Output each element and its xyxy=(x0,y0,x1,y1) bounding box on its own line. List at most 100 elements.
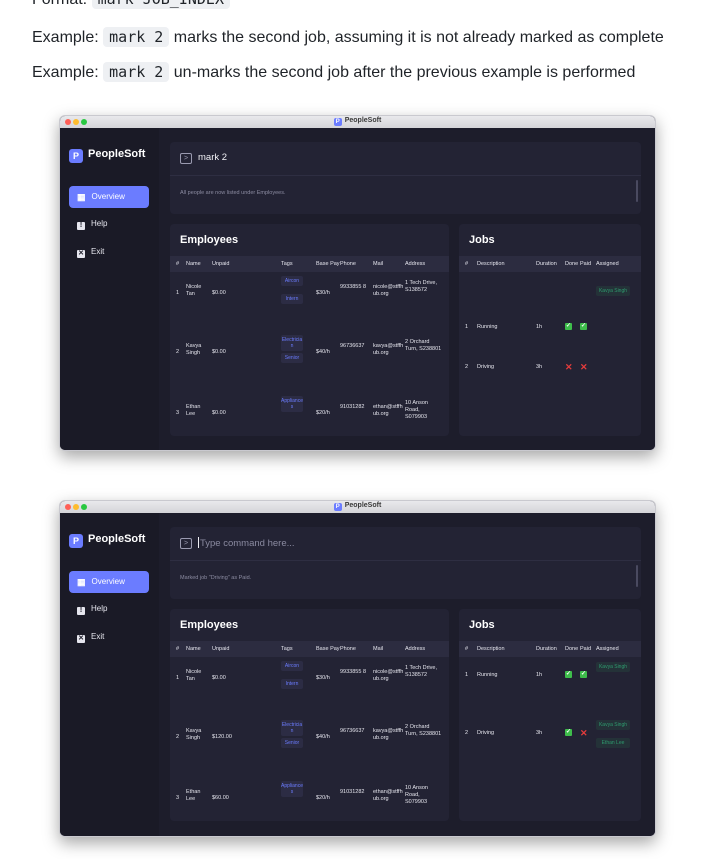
employee-name[interactable]: Nicole Tan xyxy=(186,669,208,683)
employee-name[interactable]: Kavya Singh xyxy=(186,343,208,357)
employee-base-pay: $20/h xyxy=(316,795,330,801)
sidebar-item-label: Help xyxy=(91,219,108,228)
job-duration: 1h xyxy=(536,672,543,678)
result-message: All people are now listed under Employee… xyxy=(180,190,286,196)
sidebar-item-label: Exit xyxy=(91,247,105,256)
employee-unpaid: $0.00 xyxy=(212,675,226,681)
column-header: # xyxy=(465,261,469,267)
employees-panel: Employees # Name Unpaid Tags Base Pay Phone Mai… xyxy=(170,609,449,821)
jobs-panel: Jobs # Description Duration Done Paid Assigned… xyxy=(459,224,641,436)
job-description[interactable]: Driving xyxy=(477,364,494,371)
employee-name[interactable]: Kavya Singh xyxy=(186,728,208,742)
not-paid-cross-icon: ✕ xyxy=(580,362,588,372)
employee-mail[interactable]: kavya@stffh ub.org xyxy=(373,343,405,357)
info-icon: ! xyxy=(77,222,85,230)
employee-phone: 96736637 xyxy=(340,343,365,349)
employee-name[interactable]: Ethan Lee xyxy=(186,789,208,803)
result-scrollbar[interactable] xyxy=(636,565,638,587)
employee-tag: Senior xyxy=(281,353,303,363)
app-window-before: P PeopleSoft P PeopleSoft ▦ Overview! Help ✕ Exi… xyxy=(59,115,656,451)
column-header: Phone xyxy=(340,261,356,267)
employee-tag: Intern xyxy=(281,679,303,689)
example-1: Example: mark 2 marks the second job, as… xyxy=(32,27,664,47)
paid-check-icon: ✓ xyxy=(580,323,587,330)
job-description[interactable]: Driving xyxy=(477,730,494,737)
column-header: Done xyxy=(565,261,579,267)
employees-table-header: # Name Unpaid Tags Base Pay Phone Mail Address xyxy=(170,641,449,657)
title-bar: P PeopleSoft xyxy=(60,501,655,513)
column-header: Unpaid xyxy=(212,261,230,267)
logo-text: PeopleSoft xyxy=(88,148,146,160)
column-header: # xyxy=(465,646,469,652)
employee-mail[interactable]: nicole@stffh ub.org xyxy=(373,284,405,298)
main-content: > mark 2 All people are now listed under E… xyxy=(159,128,655,450)
employee-address: 2 Orchard Turn, S238801 xyxy=(405,339,442,352)
done-check-icon: ✓ xyxy=(565,323,572,330)
command-input[interactable]: > Type command here... xyxy=(170,527,641,561)
job-duration: 3h xyxy=(536,730,543,736)
example-2-prefix: Example: xyxy=(32,64,104,81)
window-title-text: PeopleSoft xyxy=(344,502,382,509)
column-header: Name xyxy=(186,646,201,652)
employee-name[interactable]: Ethan Lee xyxy=(186,404,208,418)
column-header: Phone xyxy=(340,646,356,652)
column-header: Name xyxy=(186,261,201,267)
row-index: 1 xyxy=(176,290,180,296)
done-check-icon: ✓ xyxy=(565,671,572,678)
job-index: 1 xyxy=(465,324,469,330)
logo-icon: P xyxy=(69,534,83,548)
example-1-prefix: Example: xyxy=(32,29,104,46)
job-description[interactable]: Running xyxy=(477,324,498,331)
close-icon: ✕ xyxy=(77,635,85,643)
command-placeholder-text: Type command here... xyxy=(200,538,295,549)
sidebar-item-help[interactable]: ! Help xyxy=(69,598,149,620)
column-header: Tags xyxy=(281,646,293,652)
jobs-title: Jobs xyxy=(469,619,495,631)
employee-unpaid: $0.00 xyxy=(212,290,226,296)
column-header: Description xyxy=(477,646,505,652)
command-input[interactable]: > mark 2 xyxy=(170,142,641,176)
command-text[interactable]: mark 2 xyxy=(198,152,227,163)
jobs-title: Jobs xyxy=(469,234,495,246)
employee-phone: 91031282 xyxy=(340,789,365,795)
sidebar-item-overview[interactable]: ▦ Overview xyxy=(69,186,149,208)
result-scrollbar[interactable] xyxy=(636,180,638,202)
app-title-icon: P xyxy=(333,503,342,511)
jobs-table-header: # Description Duration Done Paid Assigned xyxy=(459,256,641,272)
employee-unpaid: $60.00 xyxy=(212,795,229,801)
sidebar-item-help[interactable]: ! Help xyxy=(69,213,149,235)
row-index: 2 xyxy=(176,734,180,740)
employee-mail[interactable]: kavya@stffh ub.org xyxy=(373,728,405,742)
format-line: Format: mark JOB_INDEX xyxy=(32,0,230,9)
window-title-text: PeopleSoft xyxy=(344,117,382,124)
employee-mail[interactable]: nicole@stffh ub.org xyxy=(373,669,405,683)
sidebar-item-exit[interactable]: ✕ Exit xyxy=(69,626,149,648)
not-paid-cross-icon: ✕ xyxy=(580,728,588,738)
jobs-panel: Jobs # Description Duration Done Paid Assigned… xyxy=(459,609,641,821)
not-done-cross-icon: ✕ xyxy=(565,362,573,372)
done-check-icon: ✓ xyxy=(565,729,572,736)
job-description[interactable]: Running xyxy=(477,672,498,679)
employee-base-pay: $30/h xyxy=(316,290,330,296)
employee-mail[interactable]: ethan@stffh ub.org xyxy=(373,404,405,418)
close-icon: ✕ xyxy=(77,250,85,258)
employee-name[interactable]: Nicole Tan xyxy=(186,284,208,298)
sidebar-item-label: Overview xyxy=(91,577,125,586)
employee-mail[interactable]: ethan@stffh ub.org xyxy=(373,789,405,803)
column-header: Done xyxy=(565,646,579,652)
employee-tag: Intern xyxy=(281,294,303,304)
command-placeholder[interactable]: Type command here... xyxy=(198,537,295,549)
row-index: 2 xyxy=(176,349,180,355)
main-content: > Type command here... Marked job "Driving… xyxy=(159,513,655,836)
column-header: Assigned xyxy=(596,261,619,267)
sidebar-item-exit[interactable]: ✕ Exit xyxy=(69,241,149,263)
row-index: 3 xyxy=(176,410,180,416)
sidebar-item-overview[interactable]: ▦ Overview xyxy=(69,571,149,593)
logo-icon: P xyxy=(69,149,83,163)
example-2-code: mark 2 xyxy=(103,62,170,82)
employee-tag: Electricia n xyxy=(281,335,303,351)
job-duration: 3h xyxy=(536,364,543,370)
column-header: Description xyxy=(477,261,505,267)
column-header: Address xyxy=(405,646,426,652)
result-message: Marked job "Driving" as Paid. xyxy=(180,575,252,581)
